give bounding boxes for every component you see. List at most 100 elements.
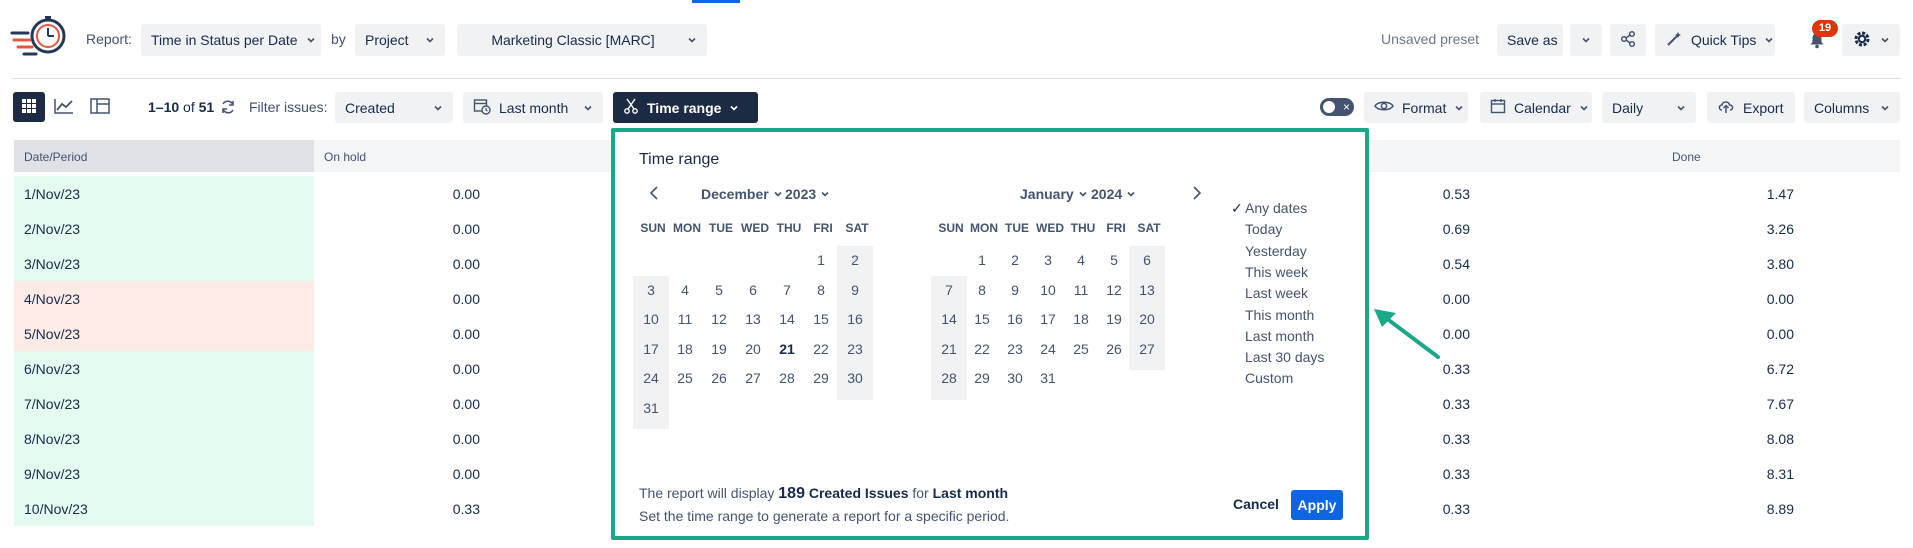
chevron-down-icon: [1676, 103, 1686, 113]
quick-range-option[interactable]: Custom: [1245, 370, 1293, 386]
chevron-down-icon: [1126, 189, 1136, 199]
scissors-icon: [623, 98, 639, 117]
calendar-day[interactable]: 27: [1129, 331, 1165, 367]
chevron-down-icon: [773, 189, 783, 199]
calendar-day[interactable]: 29: [803, 360, 839, 396]
left-month-selector[interactable]: December: [701, 186, 783, 202]
chevron-down-icon: [1581, 35, 1591, 45]
project-dropdown[interactable]: Marketing Classic [MARC]: [457, 24, 707, 56]
granularity-dropdown[interactable]: Daily: [1602, 92, 1696, 123]
right-year-selector[interactable]: 2024: [1091, 186, 1136, 202]
quick-range-option[interactable]: Last week: [1245, 285, 1308, 301]
calendar-day[interactable]: 31: [1030, 360, 1066, 396]
columns-dropdown[interactable]: Columns: [1804, 92, 1900, 123]
magic-wand-icon: [1665, 30, 1683, 51]
format-dropdown[interactable]: Format: [1364, 92, 1468, 123]
project-value: Marketing Classic [MARC]: [491, 32, 655, 48]
column-header-done[interactable]: Done: [1672, 150, 1701, 164]
calendar-day[interactable]: 26: [1096, 331, 1132, 367]
calendar-day[interactable]: 29: [964, 360, 1000, 396]
column-header-date[interactable]: Date/Period: [24, 150, 87, 164]
share-button[interactable]: [1610, 24, 1646, 56]
chevron-down-icon: [1579, 103, 1589, 113]
calendar-day[interactable]: 25: [1063, 331, 1099, 367]
calendar-clock-icon: [473, 97, 491, 118]
left-year-selector[interactable]: 2023: [785, 186, 830, 202]
quick-range-option[interactable]: This month: [1245, 307, 1314, 323]
chevron-down-icon: [1764, 35, 1774, 45]
group-by-value: Project: [365, 32, 409, 48]
prev-month-button[interactable]: [646, 184, 664, 202]
quick-range-option[interactable]: This week: [1245, 264, 1308, 280]
calendar-day[interactable]: 30: [837, 360, 873, 396]
check-icon: ✓: [1231, 200, 1243, 216]
apply-button[interactable]: Apply: [1291, 490, 1343, 520]
time-range-dropdown[interactable]: Time range: [613, 92, 758, 123]
calendar-dropdown[interactable]: Calendar: [1480, 92, 1592, 123]
save-options-dropdown[interactable]: [1570, 24, 1602, 56]
status-cell: 0.54: [1442, 256, 1470, 272]
done-cell: 0.00: [1766, 326, 1794, 342]
chevron-down-icon: [1880, 35, 1890, 45]
calendar-day[interactable]: 26: [701, 360, 737, 396]
date-cell: 2/Nov/23: [24, 221, 81, 237]
group-by-dropdown[interactable]: Project: [355, 24, 445, 56]
quick-range-option[interactable]: Last month: [1245, 328, 1314, 344]
quick-range-option[interactable]: Last 30 days: [1245, 349, 1324, 365]
done-cell: 8.31: [1766, 466, 1794, 482]
refresh-icon[interactable]: [220, 99, 236, 118]
chevron-down-icon: [820, 189, 830, 199]
done-cell: 0.00: [1766, 291, 1794, 307]
chevron-down-icon: [1880, 103, 1890, 113]
filter-field-dropdown[interactable]: Created: [335, 92, 453, 123]
on-hold-cell: 0.00: [452, 361, 480, 377]
calendar-day[interactable]: 30: [997, 360, 1033, 396]
right-month-selector[interactable]: January: [1020, 186, 1088, 202]
report-type-dropdown[interactable]: Time in Status per Date: [141, 24, 321, 56]
grid-view-button[interactable]: [13, 92, 45, 122]
chart-view-button[interactable]: [48, 92, 80, 122]
weekday-label: SAT: [1137, 221, 1161, 235]
period-dropdown[interactable]: Last month: [463, 92, 603, 123]
notification-count-badge: 19: [1812, 20, 1838, 37]
share-icon: [1619, 30, 1637, 51]
cancel-button[interactable]: Cancel: [1233, 496, 1279, 512]
calendar-day[interactable]: 25: [667, 360, 703, 396]
date-cell: 7/Nov/23: [24, 396, 81, 412]
quick-range-option[interactable]: Any dates: [1245, 200, 1307, 216]
line-chart-icon: [54, 98, 74, 117]
calendar-day[interactable]: 28: [769, 360, 805, 396]
date-cell: 4/Nov/23: [24, 291, 81, 307]
quick-range-option[interactable]: Yesterday: [1245, 243, 1307, 259]
app-header: Report: Time in Status per Date by Proje…: [0, 0, 1913, 78]
date-cell: 5/Nov/23: [24, 326, 81, 342]
export-button[interactable]: Export: [1707, 92, 1795, 123]
header-divider: [12, 78, 1901, 79]
by-label: by: [331, 31, 346, 47]
layout-icon: [90, 97, 110, 117]
preset-status: Unsaved preset: [1381, 31, 1480, 47]
calendar-day[interactable]: 28: [931, 360, 967, 396]
grid-icon: [21, 98, 37, 117]
date-cell: 9/Nov/23: [24, 466, 81, 482]
quick-range-option[interactable]: Today: [1245, 221, 1282, 237]
logo-icon: [10, 14, 74, 64]
on-hold-cell: 0.00: [452, 431, 480, 447]
calendar-day[interactable]: 31: [633, 390, 669, 426]
done-cell: 3.80: [1766, 256, 1794, 272]
report-summary: The report will display 189 Created Issu…: [639, 485, 1009, 502]
next-month-button[interactable]: [1187, 184, 1205, 202]
quick-tips-dropdown[interactable]: Quick Tips: [1655, 24, 1775, 56]
chevron-down-icon: [583, 103, 593, 113]
pivot-view-button[interactable]: [84, 92, 116, 122]
done-cell: 8.08: [1766, 431, 1794, 447]
settings-dropdown[interactable]: [1842, 24, 1900, 56]
save-as-button[interactable]: Save as: [1497, 24, 1563, 56]
time-range-popup: Time range December 2023 January 2024 SU…: [611, 128, 1369, 540]
eye-icon: [1374, 99, 1394, 116]
compact-toggle[interactable]: ×: [1320, 98, 1354, 116]
column-header-on-hold[interactable]: On hold: [324, 150, 366, 164]
done-cell: 8.89: [1766, 501, 1794, 517]
on-hold-cell: 0.00: [452, 186, 480, 202]
calendar-day[interactable]: 27: [735, 360, 771, 396]
